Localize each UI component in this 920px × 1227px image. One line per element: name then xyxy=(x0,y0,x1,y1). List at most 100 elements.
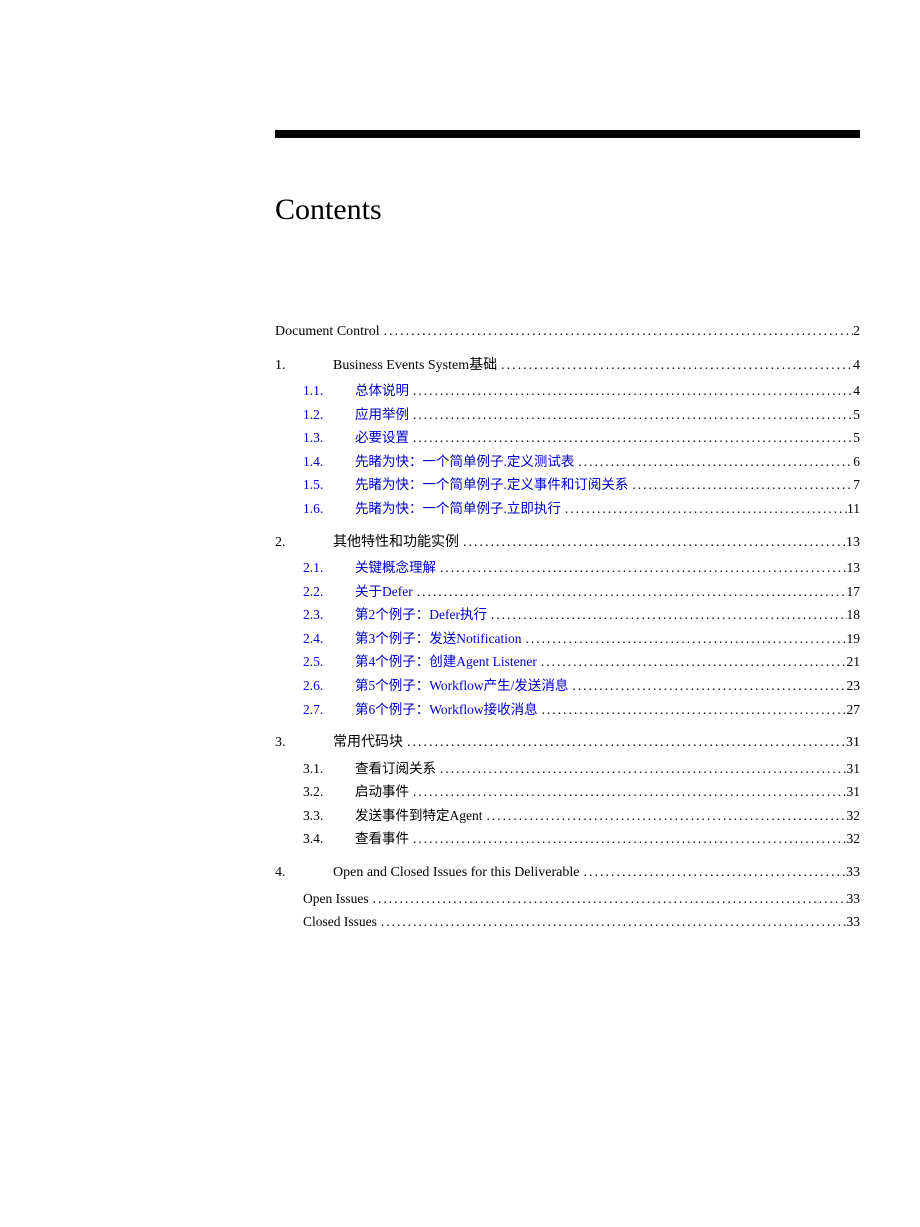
toc-subsection-row: 3.2.启动事件 31 xyxy=(275,782,860,802)
toc-page-number: 4 xyxy=(853,356,860,376)
toc-leader-dots xyxy=(561,499,847,519)
page-content: Contents Document Control 2 1.Business Eve… xyxy=(275,130,860,936)
toc-subsection-label: 关于Defer xyxy=(355,582,413,602)
toc-indent-label: Open Issues xyxy=(303,889,369,909)
toc-page-number: 31 xyxy=(846,733,860,753)
toc-sub-group: 2.1.关键概念理解13 2.2.关于Defer 17 2.3.第2个例子：Defer… xyxy=(275,558,860,719)
toc-section-label: 常用代码块 xyxy=(333,733,403,753)
toc-section-number: 2. xyxy=(275,533,333,553)
toc-section-row: 2.其他特性和功能实例13 xyxy=(275,533,860,553)
toc-subsection-label: 第6个例子：Workflow接收消息 xyxy=(355,700,538,720)
toc-subsection-label: 启动事件 xyxy=(355,782,409,802)
toc-subsection-number: 2.4. xyxy=(303,629,355,649)
toc-page-number: 5 xyxy=(853,405,860,425)
toc-sub-group: Open Issues 33 Closed Issues 33 xyxy=(275,889,860,932)
toc-leader-dots xyxy=(409,829,847,849)
toc-section-row: Document Control 2 xyxy=(275,322,860,342)
toc-page-number: 33 xyxy=(847,912,861,932)
toc-subsection-row[interactable]: 2.2.关于Defer 17 xyxy=(275,582,860,602)
toc-section-number: 4. xyxy=(275,863,333,883)
toc-leader-dots xyxy=(403,733,846,753)
contents-heading: Contents xyxy=(275,193,860,227)
toc-subsection-row[interactable]: 1.1.总体说明 4 xyxy=(275,381,860,401)
toc-indent-label: Closed Issues xyxy=(303,912,377,932)
toc-section-label: Business Events System基础 xyxy=(333,356,497,376)
toc-leader-dots xyxy=(521,629,846,649)
toc-leader-dots xyxy=(380,322,853,342)
toc-subsection-number: 3.2. xyxy=(303,782,355,802)
toc-leader-dots xyxy=(369,889,847,909)
toc-subsection-number: 1.1. xyxy=(303,381,355,401)
toc-page-number: 27 xyxy=(847,700,861,720)
toc-subsection-number: 3.3. xyxy=(303,806,355,826)
toc-page-number: 23 xyxy=(847,676,861,696)
toc-page-number: 13 xyxy=(846,533,860,553)
toc-leader-dots xyxy=(497,356,853,376)
toc-subsection-row[interactable]: 2.6.第5个例子：Workflow产生/发送消息 23 xyxy=(275,676,860,696)
toc-page-number: 21 xyxy=(847,652,861,672)
toc-subsection-number: 1.5. xyxy=(303,475,355,495)
toc-subsection-number: 2.6. xyxy=(303,676,355,696)
toc-leader-dots xyxy=(628,475,853,495)
toc-section-row: 1.Business Events System基础 4 xyxy=(275,356,860,376)
toc-section-label: Document Control xyxy=(275,322,380,342)
toc-subsection-row[interactable]: 1.4.先睹为快：一个简单例子.定义测试表6 xyxy=(275,452,860,472)
table-of-contents: Document Control 2 1.Business Events Syste… xyxy=(275,322,860,932)
toc-subsection-row[interactable]: 2.1.关键概念理解13 xyxy=(275,558,860,578)
toc-page-number: 17 xyxy=(847,582,861,602)
toc-leader-dots xyxy=(413,582,847,602)
toc-leader-dots xyxy=(487,605,847,625)
toc-subsection-label: 第5个例子：Workflow产生/发送消息 xyxy=(355,676,568,696)
horizontal-rule xyxy=(275,130,860,138)
toc-subsection-row[interactable]: 1.3.必要设置5 xyxy=(275,428,860,448)
toc-subsection-number: 2.5. xyxy=(303,652,355,672)
toc-page-number: 5 xyxy=(853,428,860,448)
toc-page-number: 13 xyxy=(847,558,861,578)
toc-subsection-number: 2.2. xyxy=(303,582,355,602)
toc-leader-dots xyxy=(580,863,847,883)
toc-page-number: 18 xyxy=(847,605,861,625)
toc-leader-dots xyxy=(537,652,847,672)
toc-leader-dots xyxy=(377,912,847,932)
toc-subsection-label: 查看事件 xyxy=(355,829,409,849)
toc-leader-dots xyxy=(409,381,853,401)
toc-subsection-row[interactable]: 2.5.第4个例子：创建Agent Listener21 xyxy=(275,652,860,672)
toc-subsection-row: 3.4.查看事件32 xyxy=(275,829,860,849)
toc-indent-row: Open Issues 33 xyxy=(275,889,860,909)
toc-subsection-label: 查看订阅关系 xyxy=(355,759,436,779)
toc-subsection-row[interactable]: 1.6.先睹为快：一个简单例子.立即执行11 xyxy=(275,499,860,519)
toc-subsection-row[interactable]: 1.2.应用举例5 xyxy=(275,405,860,425)
toc-section-number: 1. xyxy=(275,356,333,376)
toc-subsection-row[interactable]: 2.7.第6个例子：Workflow接收消息 27 xyxy=(275,700,860,720)
toc-page-number: 33 xyxy=(846,863,860,883)
toc-indent-row: Closed Issues 33 xyxy=(275,912,860,932)
toc-subsection-number: 2.1. xyxy=(303,558,355,578)
toc-page-number: 4 xyxy=(853,381,860,401)
toc-sub-group: 1.1.总体说明 4 1.2.应用举例5 1.3.必要设置5 1.4.先睹为快：一个简单… xyxy=(275,381,860,518)
toc-subsection-number: 1.6. xyxy=(303,499,355,519)
toc-subsection-number: 3.1. xyxy=(303,759,355,779)
toc-page-number: 19 xyxy=(847,629,861,649)
toc-subsection-row[interactable]: 2.4.第3个例子：发送Notification 19 xyxy=(275,629,860,649)
toc-subsection-label: 总体说明 xyxy=(355,381,409,401)
toc-page-number: 33 xyxy=(847,889,861,909)
toc-leader-dots xyxy=(574,452,853,472)
toc-leader-dots xyxy=(483,806,847,826)
toc-subsection-row[interactable]: 2.3.第2个例子：Defer执行18 xyxy=(275,605,860,625)
toc-leader-dots xyxy=(436,759,847,779)
toc-section-row: 4.Open and Closed Issues for this Delive… xyxy=(275,863,860,883)
toc-subsection-number: 1.4. xyxy=(303,452,355,472)
toc-subsection-number: 1.2. xyxy=(303,405,355,425)
toc-page-number: 31 xyxy=(847,759,861,779)
toc-subsection-label: 发送事件到特定Agent xyxy=(355,806,483,826)
toc-subsection-label: 第3个例子：发送Notification xyxy=(355,629,521,649)
toc-page-number: 31 xyxy=(847,782,861,802)
toc-page-number: 2 xyxy=(853,322,860,342)
toc-subsection-row: 3.1.查看订阅关系 31 xyxy=(275,759,860,779)
toc-section-label: Open and Closed Issues for this Delivera… xyxy=(333,863,580,883)
toc-leader-dots xyxy=(568,676,846,696)
toc-section-number: 3. xyxy=(275,733,333,753)
toc-subsection-number: 2.7. xyxy=(303,700,355,720)
toc-subsection-row[interactable]: 1.5.先睹为快：一个简单例子.定义事件和订阅关系7 xyxy=(275,475,860,495)
toc-subsection-number: 2.3. xyxy=(303,605,355,625)
